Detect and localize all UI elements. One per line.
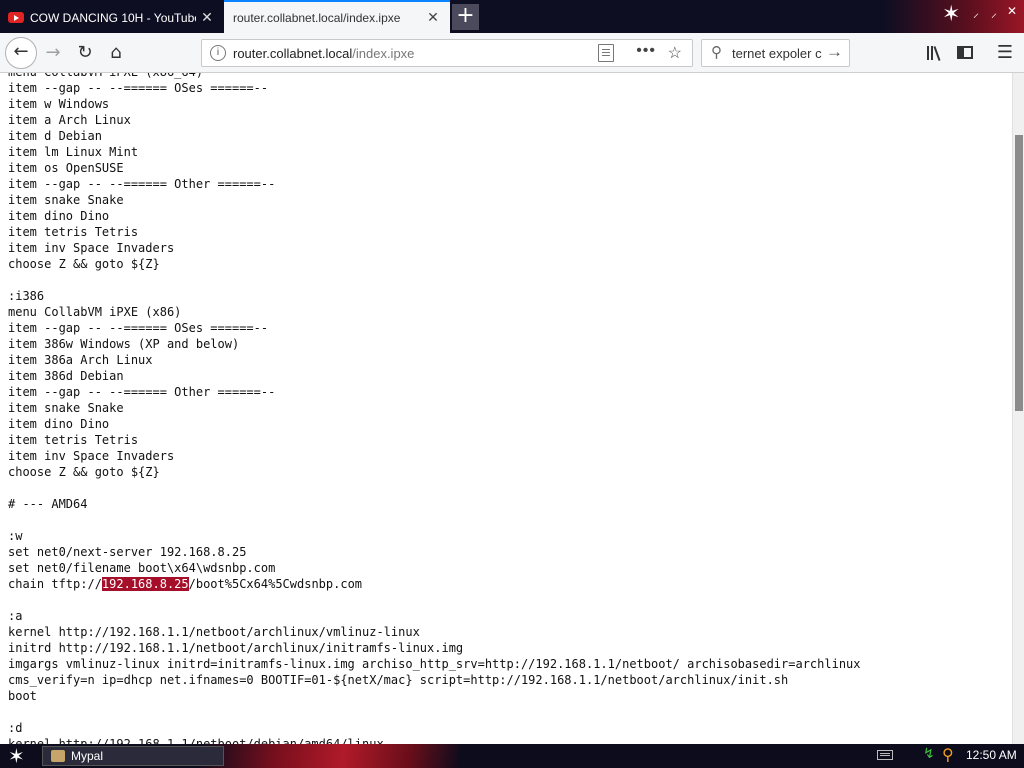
reload-button[interactable]: ↻ [72, 40, 98, 66]
code-line: set net0/next-server 192.168.8.25 [8, 545, 247, 559]
start-button[interactable]: ✶ [8, 745, 25, 767]
code-line: item --gap -- --====== OSes ======-- [8, 321, 269, 335]
code-line: :a [8, 609, 23, 623]
code-line: cms_verify=n ip=dhcp net.ifnames=0 BOOTI… [8, 673, 789, 687]
code-line: set net0/filename boot\x64\wdsnbp.com [8, 561, 276, 575]
code-line: item tetris Tetris [8, 225, 139, 239]
code-line: imgargs vmlinuz-linux initrd=initramfs-l… [8, 657, 861, 671]
maximize-icon[interactable]: ⸝ [988, 4, 1000, 21]
site-info-icon[interactable]: i [210, 45, 226, 61]
code-line: item 386a Arch Linux [8, 353, 153, 367]
code-line: initrd http://192.168.1.1/netboot/archli… [8, 641, 464, 655]
keyboard-icon[interactable] [877, 750, 893, 760]
code-line: item w Windows [8, 97, 110, 111]
tab-title: router.collabnet.local/index.ipxe [233, 10, 401, 25]
code-line: item a Arch Linux [8, 113, 131, 127]
code-line: item snake Snake [8, 193, 124, 207]
code-line: item inv Space Invaders [8, 449, 175, 463]
search-input[interactable]: ternet expoler c [732, 46, 824, 61]
code-line: item --gap -- --====== OSes ======-- [8, 81, 269, 95]
forward-button[interactable]: → [40, 40, 66, 66]
close-tab-icon[interactable]: ✕ [196, 9, 218, 26]
window-controls: ⸝ ⸝ ✕ [970, 4, 1018, 21]
code-line: item dino Dino [8, 209, 110, 223]
code-line: :i386 [8, 289, 45, 303]
network-icon[interactable]: ↯ [923, 746, 935, 762]
code-line: choose Z && goto ${Z} [8, 465, 160, 479]
scrollbar-thumb[interactable] [1015, 135, 1023, 411]
code-line: item tetris Tetris [8, 433, 139, 447]
hamburger-menu-icon[interactable]: ☰ [993, 41, 1017, 65]
code-line: item --gap -- --====== Other ======-- [8, 385, 276, 399]
search-go-icon[interactable]: → [826, 42, 843, 62]
code-line: chain tftp://192.168.8.25/boot%5Cx64%5Cw… [8, 577, 363, 591]
code-line: boot [8, 689, 37, 703]
code-line: item inv Space Invaders [8, 241, 175, 255]
code-line: :w [8, 529, 23, 543]
code-line: kernel http://192.168.1.1/netboot/archli… [8, 625, 420, 639]
tab-title: COW DANCING 10H - YouTube [30, 10, 196, 25]
new-tab-button[interactable]: + [452, 4, 479, 30]
mypal-app-icon [51, 750, 65, 762]
taskbar: ✶ Mypal ↯ ⚲ 12:50 AM [0, 744, 1024, 768]
code-line: item 386d Debian [8, 369, 124, 383]
page-content: menu CollabVM iPXE (x86_64)item --gap --… [0, 73, 1012, 744]
page-actions-icon[interactable]: ••• [636, 42, 656, 60]
search-icon: ⚲ [711, 44, 722, 61]
code-line: # --- AMD64 [8, 497, 88, 511]
minimize-icon[interactable]: ⸝ [970, 4, 982, 21]
url-text[interactable]: router.collabnet.local/index.ipxe [233, 46, 414, 61]
tab-strip: COW DANCING 10H - YouTube ✕ router.colla… [0, 0, 1024, 33]
code-line: :d [8, 721, 23, 735]
clock[interactable]: 12:50 AM [966, 748, 1017, 762]
search-tray-icon[interactable]: ⚲ [942, 745, 954, 764]
vertical-scrollbar[interactable] [1012, 73, 1024, 744]
code-line: menu CollabVM iPXE (x86) [8, 305, 182, 319]
code-line: menu CollabVM iPXE (x86_64) [8, 73, 861, 80]
close-tab-icon[interactable]: ✕ [422, 9, 444, 26]
code-line: item --gap -- --====== Other ======-- [8, 177, 276, 191]
code-line: item dino Dino [8, 417, 110, 431]
youtube-icon [8, 12, 24, 23]
code-line: item 386w Windows (XP and below) [8, 337, 240, 351]
ipxe-script-text: menu CollabVM iPXE (x86_64)item --gap --… [8, 73, 861, 744]
code-line: item os OpenSUSE [8, 161, 124, 175]
taskbar-decoration [200, 744, 460, 768]
code-line: item snake Snake [8, 401, 124, 415]
reader-view-icon[interactable] [598, 44, 614, 62]
taskbar-item-mypal[interactable]: Mypal [42, 746, 224, 766]
code-line: item d Debian [8, 129, 102, 143]
library-button[interactable] [922, 41, 946, 65]
code-line: choose Z && goto ${Z} [8, 257, 160, 271]
back-button[interactable]: ← [5, 37, 37, 69]
selected-text[interactable]: 192.168.8.25 [101, 577, 189, 591]
taskbar-item-label: Mypal [71, 749, 104, 763]
tab-youtube[interactable]: COW DANCING 10H - YouTube ✕ [0, 2, 224, 33]
close-window-icon[interactable]: ✕ [1006, 4, 1018, 21]
star-logo-icon: ✶ [942, 2, 961, 27]
url-bar[interactable]: i router.collabnet.local/index.ipxe ••• … [201, 39, 693, 67]
navigation-bar: ← → ↻ ⌂ i router.collabnet.local/index.i… [0, 33, 1024, 73]
sidebar-button[interactable] [954, 41, 978, 65]
bookmark-star-icon[interactable]: ☆ [668, 43, 682, 63]
tab-router-index[interactable]: router.collabnet.local/index.ipxe ✕ [224, 0, 450, 33]
code-line: item lm Linux Mint [8, 145, 139, 159]
home-button[interactable]: ⌂ [103, 40, 129, 66]
search-bar[interactable]: ⚲ ternet expoler c → [701, 39, 850, 67]
code-line: kernel http://192.168.1.1/netboot/debian… [8, 737, 384, 744]
sidebar-icon [957, 46, 973, 59]
library-icon [927, 46, 929, 60]
